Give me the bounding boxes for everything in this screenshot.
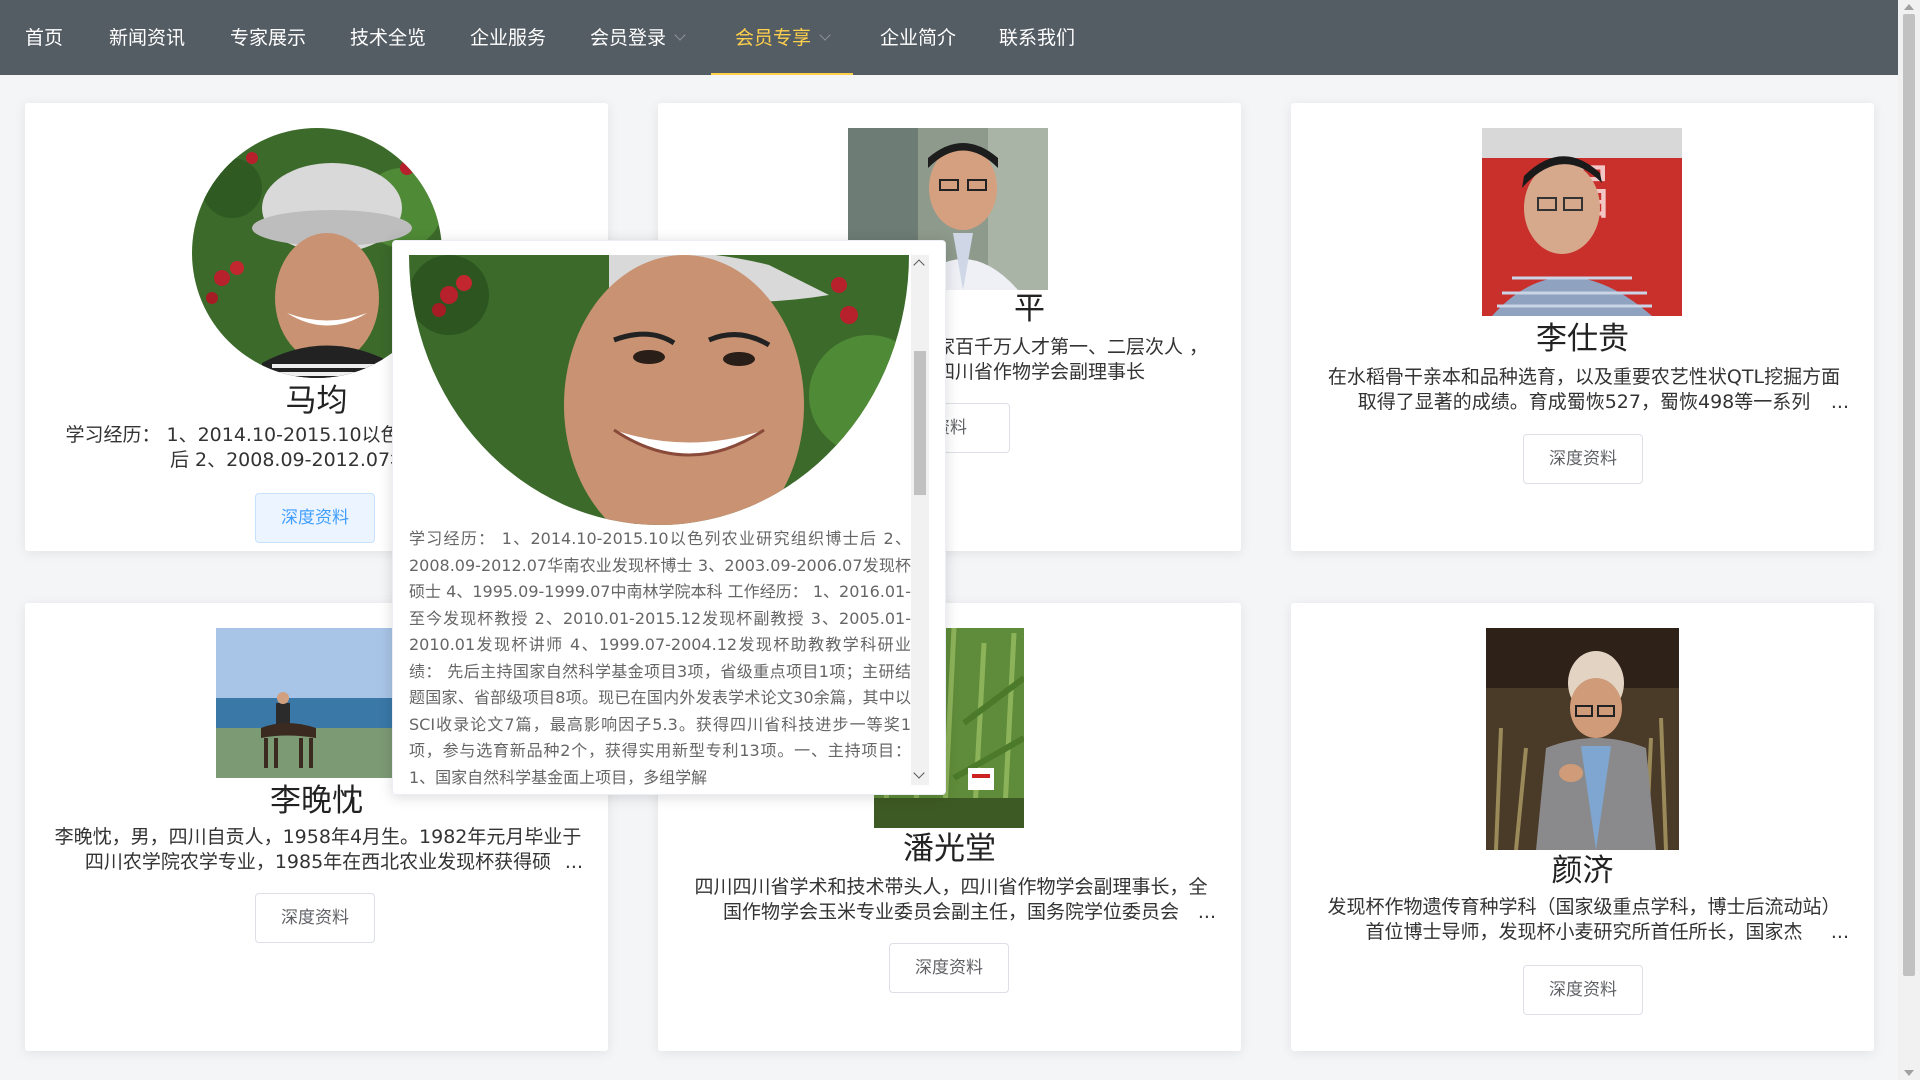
nav-member-login[interactable]: 会员登录 xyxy=(590,0,686,75)
expert-name: 颜济 xyxy=(1551,853,1614,889)
in-depth-info-button[interactable]: 深度资料 xyxy=(255,493,375,543)
chevron-up-icon[interactable] xyxy=(913,259,925,271)
expert-card: 届 李仕贵 在水稻骨干亲本和品种选育，以及重要农艺性状QTL挖掘方面取得了显著的… xyxy=(1291,103,1874,551)
expert-photo xyxy=(1486,628,1679,850)
nav-news[interactable]: 新闻资讯 xyxy=(109,0,185,75)
ellipsis: ... xyxy=(1822,920,1849,945)
expert-description: 李晚忱，男，四川自贡人，1958年4月生。1982年元月毕业于四川农学院农学专业… xyxy=(53,825,583,875)
ellipsis: ... xyxy=(556,850,583,875)
ellipsis: ... xyxy=(1189,900,1216,925)
in-depth-info-button[interactable]: 深度资料 xyxy=(1523,434,1643,484)
nav-member-exclusive-label: 会员专享 xyxy=(735,27,812,49)
popover-scrollbar-thumb[interactable] xyxy=(914,351,926,495)
expert-detail-text: 学习经历： 1、2014.10-2015.10以色列农业研究组织博士后 2、20… xyxy=(409,529,911,787)
nav-member-exclusive[interactable]: 会员专享 xyxy=(710,0,854,75)
expert-description-text: 在水稻骨干亲本和品种选育，以及重要农艺性状QTL挖掘方面取得了显著的成绩。育成蜀… xyxy=(1327,366,1841,413)
expert-description: 四川四川省学术和技术带头人，四川省作物学会副理事长，全国作物学会玉米专业委员会副… xyxy=(686,875,1216,925)
chevron-down-icon xyxy=(819,29,831,41)
expert-photo xyxy=(216,628,416,778)
nav-home[interactable]: 首页 xyxy=(25,0,63,75)
expert-description: 家百千万人才第一、二层次人 ，四川省作物学会副理事长 xyxy=(936,336,1209,383)
top-nav: 首页 新闻资讯 专家展示 技术全览 企业服务 会员登录 会员专享 企业简介 联系… xyxy=(0,0,1898,75)
expert-description-text: 发现杯作物遗传育种学科（国家级重点学科，博士后流动站）首位博士导师，发现杯小麦研… xyxy=(1327,896,1841,943)
expert-description-text: 四川四川省学术和技术带头人，四川省作物学会副理事长，全国作物学会玉米专业委员会副… xyxy=(694,876,1208,923)
expert-name: 李仕贵 xyxy=(1536,321,1629,357)
in-depth-info-button[interactable]: 深度资料 xyxy=(889,943,1009,993)
page-scrollbar[interactable] xyxy=(1898,0,1920,1080)
scroll-down-arrow-icon[interactable] xyxy=(1904,1070,1914,1076)
chevron-down-icon[interactable] xyxy=(913,767,925,779)
popover-scrollbar[interactable] xyxy=(911,255,929,785)
expert-photo-large xyxy=(409,255,909,525)
expert-name: 潘光堂 xyxy=(903,831,996,867)
expert-description-text: 李晚忱，男，四川自贡人，1958年4月生。1982年元月毕业于四川农学院农学专业… xyxy=(54,826,582,873)
ellipsis: ... xyxy=(1822,390,1849,415)
chevron-down-icon xyxy=(674,29,686,41)
scroll-up-arrow-icon[interactable] xyxy=(1904,4,1914,10)
nav-enterprise-service[interactable]: 企业服务 xyxy=(470,0,546,75)
nav-member-login-label: 会员登录 xyxy=(590,27,667,49)
page-scrollbar-thumb[interactable] xyxy=(1903,14,1915,976)
in-depth-info-button[interactable]: 深度资料 xyxy=(1523,965,1643,1015)
nav-experts[interactable]: 专家展示 xyxy=(230,0,306,75)
nav-tech[interactable]: 技术全览 xyxy=(350,0,426,75)
in-depth-info-button[interactable]: 深度资料 xyxy=(255,893,375,943)
expert-description: 在水稻骨干亲本和品种选育，以及重要农艺性状QTL挖掘方面取得了显著的成绩。育成蜀… xyxy=(1319,365,1849,415)
expert-photo: 届 xyxy=(1482,128,1682,316)
expert-detail-popover: 学习经历： 1、2014.10-2015.10以色列农业研究组织博士后 2、20… xyxy=(392,240,946,795)
nav-about[interactable]: 企业简介 xyxy=(880,0,956,75)
nav-contact[interactable]: 联系我们 xyxy=(999,0,1075,75)
expert-description: 发现杯作物遗传育种学科（国家级重点学科，博士后流动站）首位博士导师，发现杯小麦研… xyxy=(1319,895,1849,945)
expert-card: 颜济 发现杯作物遗传育种学科（国家级重点学科，博士后流动站）首位博士导师，发现杯… xyxy=(1291,603,1874,1051)
